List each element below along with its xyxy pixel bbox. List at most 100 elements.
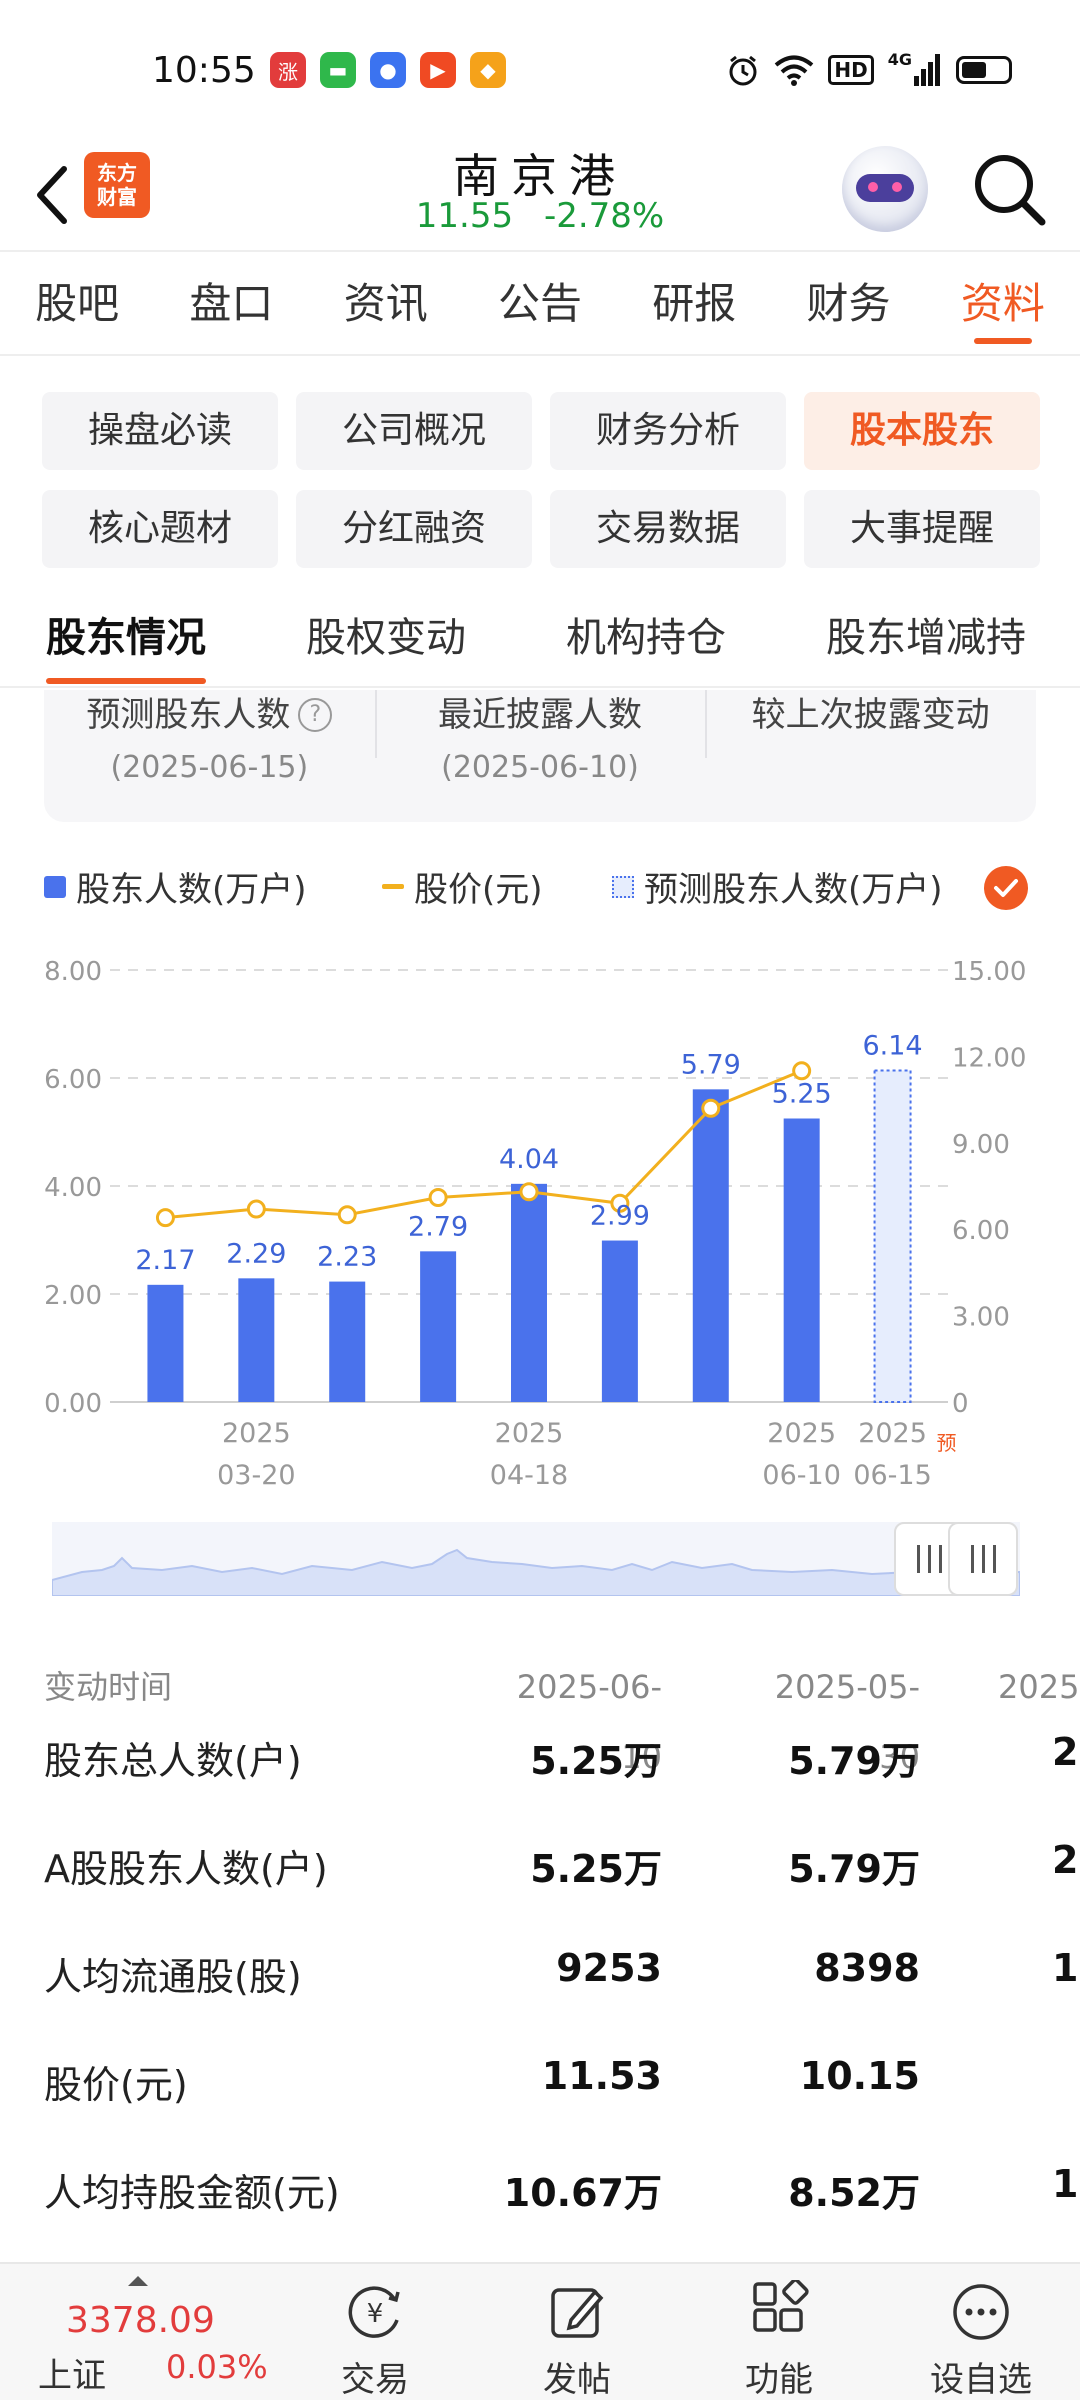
stat-label: 预测股东人数? (86, 690, 333, 740)
video-app-icon: ▶ (420, 52, 456, 88)
price-point (428, 1188, 448, 1208)
index-value[interactable]: 3378.09 (66, 2300, 215, 2341)
status-time: 10:55 (152, 50, 256, 91)
wifi-icon (774, 50, 814, 90)
stock-header: 东方 财富 南京港 11.55 -2.78% (0, 140, 1080, 252)
prediction-toggle-check[interactable] (984, 866, 1028, 910)
bar (511, 1183, 547, 1402)
x-tick-label: 03-20 (217, 1460, 295, 1491)
bar-value-label: 2.17 (135, 1245, 195, 1276)
stat-label: 较上次披露变动 (751, 695, 990, 735)
holders-chart[interactable]: 0.00 2.00 4.00 6.00 8.00 0 3.00 6.00 9.00 12.00 15… (0, 940, 1080, 1500)
tab-announcements[interactable]: 公告 (463, 252, 617, 354)
bar-value-label: 5.79 (681, 1049, 741, 1080)
index-change-pct[interactable]: 0.03% (166, 2348, 268, 2386)
chip-major-events[interactable]: 大事提醒 (804, 490, 1040, 568)
chip-dividend-financing[interactable]: 分红融资 (296, 490, 532, 568)
help-icon[interactable]: ? (298, 698, 333, 732)
navigator-right-handle[interactable] (948, 1522, 1018, 1596)
table-cell: 10.15 (799, 2054, 920, 2098)
bar (420, 1251, 457, 1402)
sub-tabs: 股东情况 股权变动 机构持仓 股东增减持 (0, 590, 1080, 688)
price-point (519, 1182, 539, 1202)
cell-signal-icon: 4G (888, 50, 942, 90)
legend-line-swatch (382, 884, 404, 889)
zhang-app-icon: 涨 (270, 52, 306, 88)
stock-change-pct: -2.78% (543, 196, 665, 236)
search-button[interactable] (970, 150, 1050, 230)
chip-financial-analysis[interactable]: 财务分析 (550, 392, 786, 470)
navigator-sparkline (52, 1548, 1020, 1596)
bar-value-label: 2.29 (226, 1238, 286, 1269)
x-tick-label: 2025 (222, 1418, 291, 1449)
bar (147, 1284, 184, 1402)
subtab-holder-increase-decrease[interactable]: 股东增减持 (826, 590, 1026, 686)
tab-news[interactable]: 资讯 (309, 252, 463, 354)
tab-finance[interactable]: 财务 (771, 252, 925, 354)
tab-profile[interactable]: 资料 (926, 252, 1080, 354)
add-watchlist-button[interactable]: 设自选 (916, 2278, 1046, 2400)
bar (601, 1240, 638, 1402)
table-column-date[interactable]: 2025-06-10 (482, 1652, 662, 1776)
caret-up-icon (128, 2276, 148, 2286)
subtab-equity-change[interactable]: 股权变动 (306, 590, 466, 686)
y-right-tick-label: 3.00 (952, 1303, 1010, 1333)
y-right-tick-label: 15.00 (952, 957, 1026, 987)
more-icon (916, 2278, 1046, 2346)
stat-latest: 最近披露人数 (2025-06-10) (374, 690, 706, 822)
chip-trading-must-read[interactable]: 操盘必读 (42, 392, 278, 470)
functions-button[interactable]: 功能 (714, 2278, 844, 2400)
subtab-institution-holdings[interactable]: 机构持仓 (566, 590, 726, 686)
legend-label: 股价(元) (414, 870, 543, 910)
table-row-label: A股股东人数(户) (44, 1847, 328, 1891)
battery-icon (956, 56, 1012, 84)
trade-label: 交易 (341, 2360, 409, 2400)
post-icon (512, 2278, 642, 2346)
baidu-app-icon: ● (370, 52, 406, 88)
subtab-shareholders[interactable]: 股东情况 (46, 590, 206, 686)
x-tick-label: 06-15 (853, 1460, 931, 1491)
legend-predicted[interactable]: 预测股东人数(万户) (612, 862, 943, 911)
table-column-date[interactable]: 2025-05-30 (740, 1652, 920, 1776)
trade-button[interactable]: ¥ 交易 (310, 2278, 440, 2400)
holder-stats-card: 预测股东人数? (2025-06-15) 最近披露人数 (2025-06-10)… (44, 690, 1036, 822)
table-column-date[interactable]: 2025- (998, 1652, 1080, 1722)
bar (783, 1118, 820, 1402)
tab-pankou[interactable]: 盘口 (154, 252, 308, 354)
y-left-tick-label: 2.00 (44, 1281, 102, 1311)
table-cell: 2. (1052, 1838, 1080, 1882)
y-left-tick-label: 0.00 (44, 1389, 102, 1419)
bar-value-label: 2.99 (590, 1201, 650, 1232)
chip-share-capital-holders[interactable]: 股本股东 (804, 392, 1040, 470)
legend-bar-swatch (44, 875, 66, 898)
price-point (792, 1061, 812, 1081)
y-right-tick-label: 12.00 (952, 1043, 1026, 1073)
table-cell: 5.79万 (788, 1847, 920, 1891)
bottom-bar: 3378.09 上证 0.03% ¥ 交易 发帖 功能 设自选 (0, 2262, 1080, 2400)
y-right-tick-label: 6.00 (952, 1216, 1010, 1246)
status-indicators: HD 4G (726, 50, 1012, 90)
chip-core-themes[interactable]: 核心题材 (42, 490, 278, 568)
bar (238, 1278, 275, 1402)
index-name[interactable]: 上证 (38, 2348, 106, 2397)
legend-label: 股东人数(万户) (76, 870, 307, 910)
chip-trading-data[interactable]: 交易数据 (550, 490, 786, 568)
robot-eye (892, 182, 902, 192)
legend-holders[interactable]: 股东人数(万户) (44, 862, 307, 911)
bar (329, 1281, 366, 1402)
stat-label-text: 预测股东人数 (86, 695, 291, 735)
legend-price[interactable]: 股价(元) (382, 862, 543, 911)
assistant-robot-avatar[interactable] (842, 146, 928, 232)
bar (692, 1089, 729, 1402)
y-left-tick-label: 4.00 (44, 1173, 102, 1203)
tab-research[interactable]: 研报 (617, 252, 771, 354)
chip-company-overview[interactable]: 公司概况 (296, 392, 532, 470)
chart-range-navigator[interactable] (52, 1522, 1020, 1596)
post-button[interactable]: 发帖 (512, 2278, 642, 2400)
y-right-tick-label: 9.00 (952, 1130, 1010, 1160)
table-row-label: 股东总人数(户) (44, 1739, 302, 1783)
trade-icon: ¥ (310, 2278, 440, 2346)
table-row-label: 人均持股金额(元) (44, 2171, 340, 2215)
tab-guba[interactable]: 股吧 (0, 252, 154, 354)
y-left-tick-label: 6.00 (44, 1065, 102, 1095)
